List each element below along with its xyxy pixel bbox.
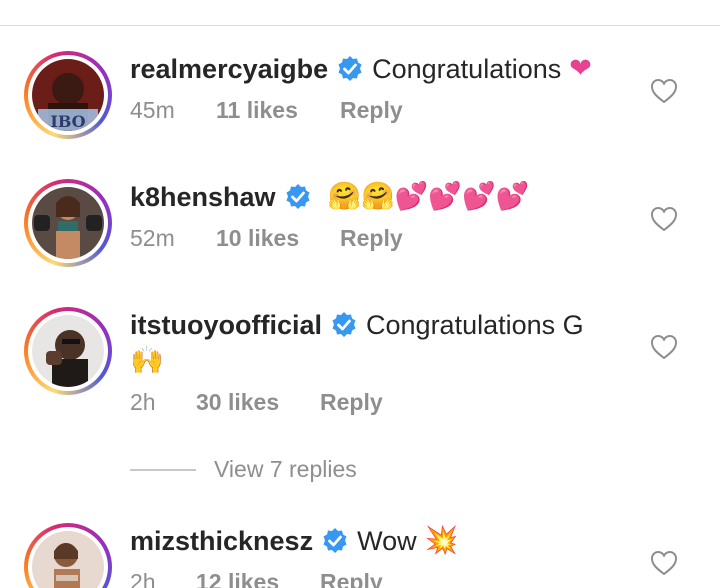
comment-time: 2h xyxy=(130,569,156,588)
svg-text:IBO: IBO xyxy=(50,112,85,131)
avatar-story-ring[interactable] xyxy=(24,179,112,267)
comment-line: realmercyaigbe Congratulations ❤ xyxy=(130,51,630,87)
avatar[interactable] xyxy=(32,315,104,387)
comment-text: Wow xyxy=(357,526,417,556)
view-replies-label: View 7 replies xyxy=(214,456,357,482)
collision-emoji: 💥 xyxy=(424,525,459,556)
username-link[interactable]: itstuoyoofficial xyxy=(130,307,322,343)
comment-line: itstuoyoofficial Congratulations G xyxy=(130,307,630,343)
verified-badge-icon xyxy=(286,184,310,209)
likes-count-link[interactable]: 30 likes xyxy=(196,389,320,416)
verified-badge-icon xyxy=(323,528,347,553)
comment-meta: 52m 10 likes Reply xyxy=(130,225,630,252)
likes-count-link[interactable]: 12 likes xyxy=(196,569,320,588)
comment-time: 52m xyxy=(130,225,175,251)
comment-meta: 2h 30 likes Reply xyxy=(130,389,630,416)
verified-badge-icon xyxy=(332,312,356,337)
username-link[interactable]: realmercyaigbe xyxy=(130,51,328,87)
comment-body: mizsthicknesz Wow 💥 2h 12 likes Reply xyxy=(130,523,630,588)
avatar-story-ring[interactable] xyxy=(24,307,112,395)
heart-outline-icon[interactable] xyxy=(650,334,678,360)
username-link[interactable]: k8henshaw xyxy=(130,179,276,215)
comment-line: k8henshaw 🤗🤗💕💕💕💕 xyxy=(130,179,630,215)
comment-line: mizsthicknesz Wow 💥 xyxy=(130,523,630,559)
comment-meta: 45m 11 likes Reply xyxy=(130,97,630,124)
comment-body: k8henshaw 🤗🤗💕💕💕💕 52m 10 likes Reply xyxy=(130,179,630,252)
avatar[interactable] xyxy=(32,531,104,588)
heart-outline-icon[interactable] xyxy=(650,550,678,576)
heart-outline-icon[interactable] xyxy=(650,206,678,232)
verified-badge-icon xyxy=(338,56,362,81)
reply-button[interactable]: Reply xyxy=(340,97,403,124)
heart-outline-icon[interactable] xyxy=(650,78,678,104)
reply-button[interactable]: Reply xyxy=(340,225,403,252)
top-divider xyxy=(0,25,720,26)
hug-heart-emojis: 🤗🤗💕💕💕💕 xyxy=(327,181,530,212)
comment-time: 2h xyxy=(130,389,156,415)
username-link[interactable]: mizsthicknesz xyxy=(130,523,313,559)
view-replies-button[interactable]: View 7 replies xyxy=(130,456,357,483)
reply-button[interactable]: Reply xyxy=(320,389,383,416)
raised-hands-emoji: 🙌 xyxy=(130,345,164,376)
likes-count-link[interactable]: 11 likes xyxy=(216,97,340,124)
comment-meta: 2h 12 likes Reply xyxy=(130,569,630,588)
comment-text: Congratulations G xyxy=(366,310,584,340)
comment-text: Congratulations xyxy=(372,54,562,84)
comment-body: realmercyaigbe Congratulations ❤ 45m 11 … xyxy=(130,51,630,124)
likes-count-link[interactable]: 10 likes xyxy=(216,225,340,252)
avatar[interactable]: IBO xyxy=(32,59,104,131)
comment-body: itstuoyoofficial Congratulations G 🙌 2h … xyxy=(130,307,630,416)
avatar-story-ring[interactable]: IBO xyxy=(24,51,112,139)
avatar[interactable] xyxy=(32,187,104,259)
reply-button[interactable]: Reply xyxy=(320,569,383,588)
comments-screen: IBO realmercyaigbe Congratulations ❤ 45m… xyxy=(0,0,720,588)
comment-time: 45m xyxy=(130,97,175,123)
replies-divider xyxy=(130,468,196,471)
comment-line-continued: 🙌 xyxy=(130,343,630,379)
avatar-story-ring[interactable] xyxy=(24,523,112,588)
heart-emoji: ❤ xyxy=(569,53,592,84)
